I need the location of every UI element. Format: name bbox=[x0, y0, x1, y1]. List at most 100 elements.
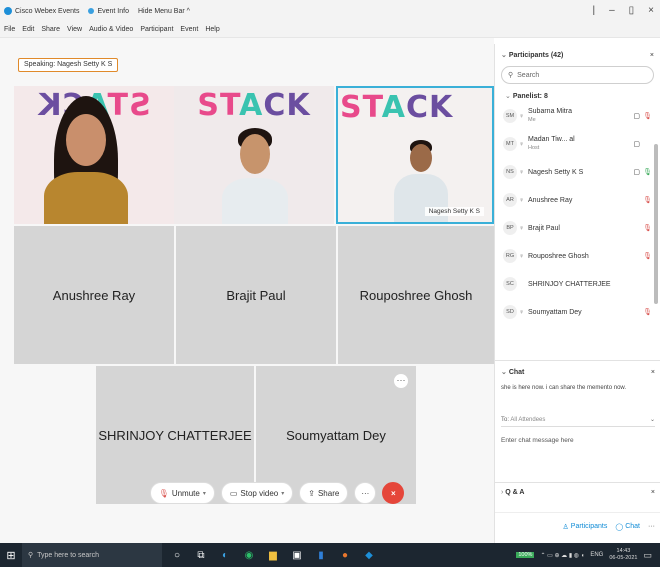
menu-participant[interactable]: Participant bbox=[140, 26, 173, 33]
webex-taskbar-icon[interactable]: ◆ bbox=[360, 546, 378, 564]
taskbar-search-placeholder: Type here to search bbox=[37, 551, 100, 559]
microphone-muted-icon[interactable]: 🎙 bbox=[643, 112, 652, 120]
tile-more-options-button[interactable]: ··· bbox=[394, 374, 408, 388]
chrome-icon[interactable]: ◉ bbox=[240, 546, 258, 564]
participant-row[interactable]: BP ♀ Brajit Paul 🎙 bbox=[495, 214, 660, 242]
minimize-icon[interactable]: – bbox=[609, 5, 615, 16]
event-info-button[interactable]: Event Info bbox=[88, 8, 129, 15]
unmute-button[interactable]: 🎙 Unmute ▾ bbox=[149, 482, 215, 504]
outlook-icon[interactable]: ▮ bbox=[312, 546, 330, 564]
participant-row[interactable]: MT ♀ Madan Tiw... al Host ▢ bbox=[495, 130, 660, 158]
close-icon[interactable]: × bbox=[648, 5, 654, 16]
chat-bubble-icon: ◯ bbox=[615, 523, 624, 531]
firefox-icon[interactable]: ● bbox=[336, 546, 354, 564]
taskbar-search-input[interactable]: ⚲ Type here to search bbox=[22, 543, 162, 567]
participants-header[interactable]: ⌄ Participants (42) × bbox=[495, 44, 660, 66]
chevron-down-icon[interactable]: ▾ bbox=[203, 490, 206, 497]
chat-message-input[interactable]: Enter chat message here bbox=[501, 437, 655, 444]
name-tile-label: Soumyattam Dey bbox=[286, 427, 386, 443]
participant-row[interactable]: SD ♀ Soumyattam Dey 🎙 bbox=[495, 298, 660, 326]
battery-indicator[interactable]: 100% bbox=[516, 552, 535, 558]
host-icon: ♀ bbox=[519, 168, 525, 176]
meeting-controls: 🎙 Unmute ▾ ▭ Stop video ▾ ⇪ Share ··· × bbox=[0, 478, 494, 508]
store-icon[interactable]: ▣ bbox=[288, 546, 306, 564]
chat-recipient-select[interactable]: To: All Attendees ⌄ bbox=[501, 413, 655, 427]
video-tile-1[interactable]: STACK bbox=[14, 86, 174, 224]
video-tile-active-speaker[interactable]: STACK Nagesh Setty K S bbox=[336, 86, 494, 224]
more-options-button[interactable]: ··· bbox=[354, 482, 377, 504]
video-camera-icon: ▢ bbox=[633, 169, 640, 176]
more-options-icon: ··· bbox=[361, 488, 370, 498]
search-placeholder: Search bbox=[517, 71, 540, 79]
name-tile-label: Anushree Ray bbox=[52, 287, 136, 303]
system-clock[interactable]: 14:43 06-05-2021 bbox=[609, 548, 637, 562]
video-camera-icon: ▭ bbox=[229, 488, 238, 498]
chat-header[interactable]: ⌄ Chat × bbox=[495, 361, 660, 383]
webex-logo-icon bbox=[4, 7, 12, 15]
host-icon: ♀ bbox=[519, 308, 525, 316]
hide-menu-bar-button[interactable]: Hide Menu Bar ^ bbox=[138, 8, 190, 15]
participant-row[interactable]: AR ♀ Anushree Ray 🎙 bbox=[495, 186, 660, 214]
chat-message: she is here now. i can share the memento… bbox=[501, 385, 627, 391]
microphone-muted-icon[interactable]: 🎙 bbox=[643, 196, 652, 204]
close-icon[interactable]: × bbox=[651, 369, 655, 376]
avatar: SC bbox=[503, 277, 517, 291]
participant-row[interactable]: NS ♀ Nagesh Setty K S ▢ 🎙 bbox=[495, 158, 660, 186]
avatar: MT bbox=[503, 137, 517, 151]
file-explorer-icon[interactable]: ▆ bbox=[264, 546, 282, 564]
host-icon: ♀ bbox=[519, 224, 525, 232]
qa-header[interactable]: › Q & A × bbox=[495, 482, 660, 502]
participant-search-input[interactable]: ⚲ Search bbox=[501, 66, 654, 84]
cortana-icon[interactable]: ○ bbox=[168, 546, 186, 564]
windows-start-icon[interactable]: ⊞ bbox=[0, 549, 22, 562]
participants-tab-button[interactable]: ♙ Participants bbox=[563, 523, 608, 531]
maximize-icon[interactable]: ▯ bbox=[629, 5, 635, 16]
participant-row[interactable]: RG ♀ Rouposhree Ghosh 🎙 bbox=[495, 242, 660, 270]
microphone-on-icon[interactable]: 🎙 bbox=[643, 168, 652, 176]
qa-title: Q & A bbox=[505, 489, 525, 496]
participants-tab-label: Participants bbox=[570, 523, 608, 530]
participant-row[interactable]: SC SHRINJOY CHATTERJEE bbox=[495, 270, 660, 298]
share-icon: ⇪ bbox=[308, 488, 315, 498]
end-call-button[interactable]: × bbox=[382, 482, 405, 504]
participant-name: Subarna Mitra bbox=[528, 108, 572, 115]
panelist-group-header[interactable]: ⌄ Panelist: 8 bbox=[495, 84, 660, 102]
avatar: SM bbox=[503, 109, 517, 123]
stop-video-label: Stop video bbox=[240, 488, 279, 498]
microphone-muted-icon[interactable]: 🎙 bbox=[643, 252, 652, 260]
participants-title-label: Participants (42) bbox=[508, 52, 564, 59]
name-tile-anushree-ray[interactable]: Anushree Ray bbox=[14, 226, 174, 364]
chat-tab-label: Chat bbox=[625, 523, 640, 530]
chat-tab-button[interactable]: ◯ Chat bbox=[615, 523, 640, 531]
tray-icons[interactable]: ⌃ ▭ ⊕ ☁ ▮ ◍ ◖ bbox=[540, 552, 584, 559]
participant-list-scrollbar[interactable] bbox=[654, 144, 658, 304]
menu-share[interactable]: Share bbox=[41, 26, 60, 33]
menu-help[interactable]: Help bbox=[205, 26, 219, 33]
microphone-muted-icon[interactable]: 🎙 bbox=[643, 308, 652, 316]
name-tile-rouposhree-ghosh[interactable]: Rouposhree Ghosh bbox=[338, 226, 494, 364]
task-view-icon[interactable]: ⧉ bbox=[192, 546, 210, 564]
chevron-down-icon[interactable]: ▾ bbox=[281, 490, 284, 497]
more-panels-button[interactable]: ··· bbox=[648, 523, 655, 530]
menu-edit[interactable]: Edit bbox=[22, 26, 34, 33]
participant-row[interactable]: SM ♀ Subarna Mitra Me ▢ 🎙 bbox=[495, 102, 660, 130]
stack-banner: STACK bbox=[197, 88, 311, 123]
menu-audio-video[interactable]: Audio & Video bbox=[89, 26, 133, 33]
close-icon[interactable]: × bbox=[651, 489, 655, 496]
window-controls: | – ▯ × bbox=[592, 5, 654, 16]
avatar: NS bbox=[503, 165, 517, 179]
microphone-muted-icon: 🎙 bbox=[158, 488, 169, 498]
stop-video-button[interactable]: ▭ Stop video ▾ bbox=[220, 482, 294, 504]
microphone-muted-icon[interactable]: 🎙 bbox=[643, 224, 652, 232]
close-icon[interactable]: × bbox=[650, 52, 654, 59]
menu-event[interactable]: Event bbox=[180, 26, 198, 33]
name-tile-brajit-paul[interactable]: Brajit Paul bbox=[176, 226, 336, 364]
language-indicator[interactable]: ENG bbox=[590, 552, 603, 558]
menu-file[interactable]: File bbox=[4, 26, 15, 33]
notification-icon[interactable]: ▭ bbox=[643, 550, 652, 561]
menu-view[interactable]: View bbox=[67, 26, 82, 33]
video-tile-2[interactable]: STACK bbox=[174, 86, 334, 224]
share-button[interactable]: ⇪ Share bbox=[299, 482, 349, 504]
edge-browser-icon[interactable]: ◐ bbox=[216, 546, 234, 564]
title-bar: Cisco Webex Events Event Info Hide Menu … bbox=[0, 0, 660, 22]
